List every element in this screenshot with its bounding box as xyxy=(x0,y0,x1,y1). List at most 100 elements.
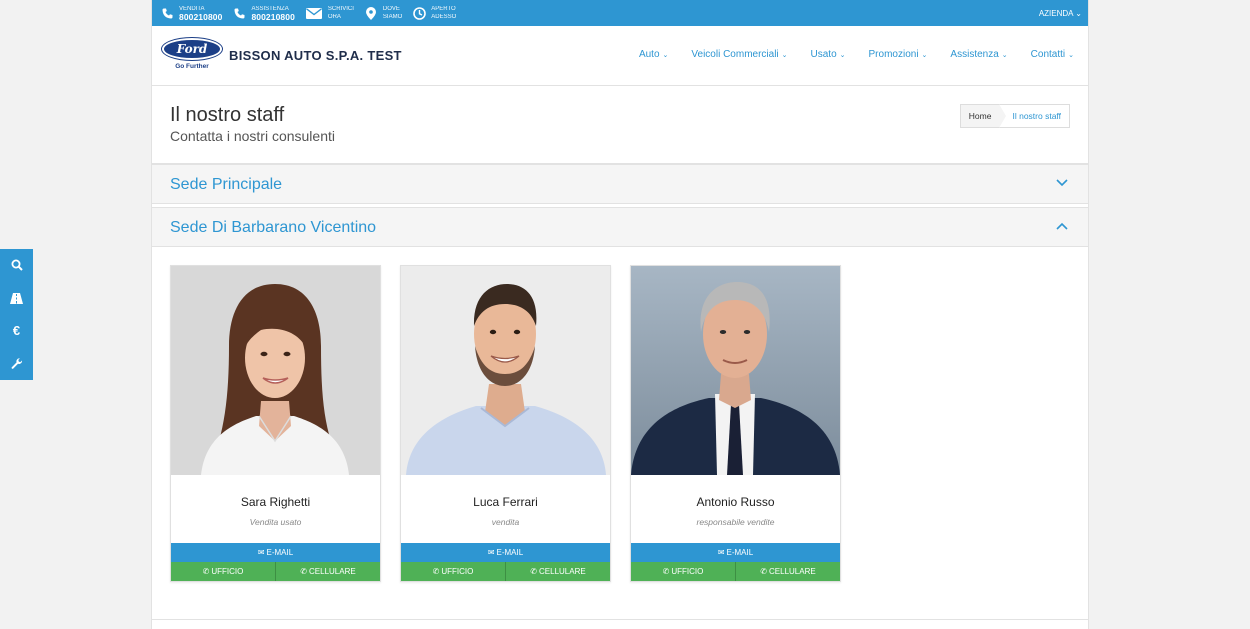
office-phone-button[interactable]: ✆ UFFICIO xyxy=(401,562,505,581)
office-phone-button[interactable]: ✆ UFFICIO xyxy=(171,562,275,581)
staff-role: Vendita usato xyxy=(249,517,302,527)
phone-buttons: ✆ UFFICIO ✆ CELLULARE xyxy=(631,562,840,581)
topbar-aperto[interactable]: APERTO ADESSO xyxy=(412,5,456,21)
chevron-down-icon: ⌄ xyxy=(1001,51,1008,59)
road-icon[interactable] xyxy=(0,282,33,315)
envelope-icon: ✉ xyxy=(257,548,265,557)
phone-buttons: ✆ UFFICIO ✆ CELLULARE xyxy=(401,562,610,581)
nav-assistenza[interactable]: Assistenza ⌄ xyxy=(950,49,1007,60)
staff-card: Sara Righetti Vendita usato ✉ E-MAIL ✆ UFF… xyxy=(170,265,381,582)
topbar-vendita[interactable]: VENDITA 800210800 xyxy=(160,5,222,21)
accordion-sede-principale[interactable]: Sede Principale xyxy=(152,164,1088,204)
logo-tagline: Go Further xyxy=(175,63,209,70)
topbar-label: DOVE xyxy=(382,6,400,12)
email-label: E-MAIL xyxy=(726,548,754,557)
office-label: UFFICIO xyxy=(211,567,244,576)
topbar-dove-siamo[interactable]: DOVE SIAMO xyxy=(364,5,402,21)
staff-photo xyxy=(171,266,380,475)
map-pin-icon xyxy=(364,6,378,20)
breadcrumb-current: Il nostro staff xyxy=(1012,111,1061,121)
envelope-icon: ✉ xyxy=(717,548,725,557)
chevron-down-icon: ⌄ xyxy=(839,51,846,59)
breadcrumb-separator xyxy=(999,104,1007,128)
nav-veicoli-commerciali[interactable]: Veicoli Commerciali ⌄ xyxy=(691,49,787,60)
nav-contatti[interactable]: Contatti ⌄ xyxy=(1031,49,1074,60)
envelope-icon xyxy=(305,6,323,20)
mobile-label: CELLULARE xyxy=(769,567,816,576)
office-label: UFFICIO xyxy=(671,567,704,576)
phone-icon xyxy=(160,6,174,20)
phone-icon: ✆ xyxy=(300,567,307,576)
accordion-sede-barbarano[interactable]: Sede Di Barbarano Vicentino xyxy=(152,207,1088,247)
chevron-up-icon xyxy=(1056,218,1068,233)
wrench-icon[interactable] xyxy=(0,347,33,380)
phone-icon: ✆ xyxy=(202,567,210,576)
office-phone-button[interactable]: ✆ UFFICIO xyxy=(631,562,735,581)
nav-usato[interactable]: Usato ⌄ xyxy=(811,49,846,60)
accordion-title: Sede Principale xyxy=(170,176,283,193)
topbar-scrivici[interactable]: SCRIVICI ORA xyxy=(305,5,354,21)
page-subtitle: Contatta i nostri consulenti xyxy=(170,128,335,144)
breadcrumb-home[interactable]: Home xyxy=(960,105,1000,127)
staff-card: Antonio Russo responsabile vendite ✉ E-MA… xyxy=(630,265,841,582)
topbar-value: 800210800 xyxy=(251,12,295,22)
mobile-phone-button[interactable]: ✆ CELLULARE xyxy=(735,562,840,581)
chevron-down-icon: ⌄ xyxy=(921,51,928,59)
euro-icon[interactable]: € xyxy=(0,315,33,348)
section-divider xyxy=(152,619,1088,620)
email-button[interactable]: ✉ E-MAIL xyxy=(631,543,840,562)
ford-logo[interactable]: Ford Go Further xyxy=(161,38,223,70)
breadcrumb: Home Il nostro staff xyxy=(959,104,1070,128)
nav-label: Usato xyxy=(810,49,837,60)
topbar-value: ADESSO xyxy=(431,14,457,20)
nav-promozioni[interactable]: Promozioni ⌄ xyxy=(869,49,928,60)
phone-buttons: ✆ UFFICIO ✆ CELLULARE xyxy=(171,562,380,581)
phone-icon xyxy=(232,6,246,20)
chevron-down-icon: ⌄ xyxy=(1075,8,1082,18)
azienda-label: AZIENDA xyxy=(1038,8,1074,18)
accordion-title: Sede Di Barbarano Vicentino xyxy=(170,219,377,236)
dealer-name[interactable]: BISSON AUTO S.P.A. TEST xyxy=(229,48,402,63)
staff-name: Sara Righetti xyxy=(240,495,311,509)
mobile-phone-button[interactable]: ✆ CELLULARE xyxy=(275,562,380,581)
nav-label: Contatti xyxy=(1030,49,1066,60)
nav-label: Veicoli Commerciali xyxy=(691,49,779,60)
chevron-down-icon: ⌄ xyxy=(781,51,788,59)
staff-role: responsabile vendite xyxy=(696,517,775,527)
email-label: E-MAIL xyxy=(266,548,294,557)
page-title-area: Il nostro staff Contatta i nostri consul… xyxy=(152,86,1088,164)
main-nav: Auto ⌄ Veicoli Commerciali ⌄ Usato ⌄ Promoz… xyxy=(616,49,1074,60)
staff-name: Luca Ferrari xyxy=(473,495,538,509)
phone-icon: ✆ xyxy=(530,567,537,576)
phone-icon: ✆ xyxy=(662,567,670,576)
mobile-phone-button[interactable]: ✆ CELLULARE xyxy=(505,562,610,581)
mobile-label: CELLULARE xyxy=(539,567,586,576)
staff-card: Luca Ferrari vendita ✉ E-MAIL ✆ UFFICIO ✆ C… xyxy=(400,265,611,582)
envelope-icon: ✉ xyxy=(487,548,495,557)
staff-role: vendita xyxy=(491,517,520,527)
phone-icon: ✆ xyxy=(760,567,767,576)
topbar-value: SIAMO xyxy=(382,14,403,20)
search-icon[interactable] xyxy=(0,249,33,282)
nav-label: Auto xyxy=(638,49,660,60)
topbar-label: APERTO xyxy=(431,6,456,12)
site-header: Ford Go Further BISSON AUTO S.P.A. TEST … xyxy=(152,26,1088,86)
chevron-down-icon: ⌄ xyxy=(662,51,669,59)
staff-name: Antonio Russo xyxy=(696,495,775,509)
email-button[interactable]: ✉ E-MAIL xyxy=(401,543,610,562)
topbar-value: ORA xyxy=(327,14,341,20)
email-button[interactable]: ✉ E-MAIL xyxy=(171,543,380,562)
staff-photo xyxy=(401,266,610,475)
side-toolbar: € xyxy=(0,249,33,380)
mobile-label: CELLULARE xyxy=(309,567,356,576)
topbar-assistenza[interactable]: ASSISTENZA 800210800 xyxy=(232,5,295,22)
nav-auto[interactable]: Auto ⌄ xyxy=(639,49,668,60)
nav-label: Promozioni xyxy=(868,49,919,60)
email-label: E-MAIL xyxy=(496,548,524,557)
ford-oval: Ford xyxy=(162,38,222,60)
azienda-menu[interactable]: AZIENDA ⌄ xyxy=(1039,9,1082,18)
office-label: UFFICIO xyxy=(441,567,474,576)
phone-icon: ✆ xyxy=(432,567,440,576)
staff-photo xyxy=(631,266,840,475)
clock-icon xyxy=(412,6,426,20)
